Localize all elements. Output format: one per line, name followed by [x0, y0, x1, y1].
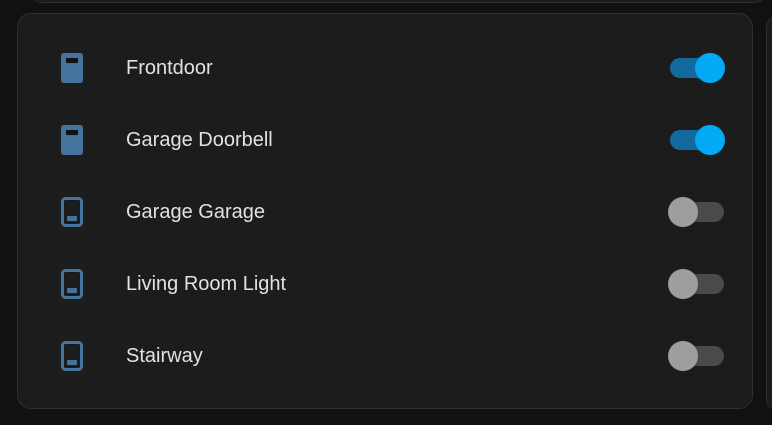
light-switch-icon — [60, 268, 84, 300]
entity-name: Frontdoor — [126, 57, 213, 79]
entity-toggle[interactable] — [668, 125, 726, 155]
adjacent-card-edge — [766, 14, 772, 412]
toggle-thumb — [668, 269, 698, 299]
entity-toggle[interactable] — [668, 341, 726, 371]
entities-card: Frontdoor Garage Doorbell Garage Garage … — [17, 13, 753, 409]
previous-card-edge — [28, 0, 768, 3]
doorbell-icon — [60, 52, 84, 84]
entity-row-frontdoor[interactable]: Frontdoor — [18, 32, 752, 104]
dashboard-view: Frontdoor Garage Doorbell Garage Garage … — [0, 0, 772, 425]
toggle-thumb — [695, 125, 725, 155]
entity-row-living-room-light[interactable]: Living Room Light — [18, 248, 752, 320]
toggle-thumb — [695, 53, 725, 83]
entity-toggle[interactable] — [668, 197, 726, 227]
doorbell-icon — [60, 124, 84, 156]
entity-name: Garage Doorbell — [126, 129, 273, 151]
light-switch-icon — [60, 196, 84, 228]
entity-name: Stairway — [126, 345, 203, 367]
entity-name: Garage Garage — [126, 201, 265, 223]
entity-row-garage-garage[interactable]: Garage Garage — [18, 176, 752, 248]
entity-row-garage-doorbell[interactable]: Garage Doorbell — [18, 104, 752, 176]
entity-name: Living Room Light — [126, 273, 287, 295]
toggle-thumb — [668, 341, 698, 371]
entity-row-stairway[interactable]: Stairway — [18, 320, 752, 392]
light-switch-icon — [60, 340, 84, 372]
entity-toggle[interactable] — [668, 269, 726, 299]
entity-toggle[interactable] — [668, 53, 726, 83]
toggle-thumb — [668, 197, 698, 227]
